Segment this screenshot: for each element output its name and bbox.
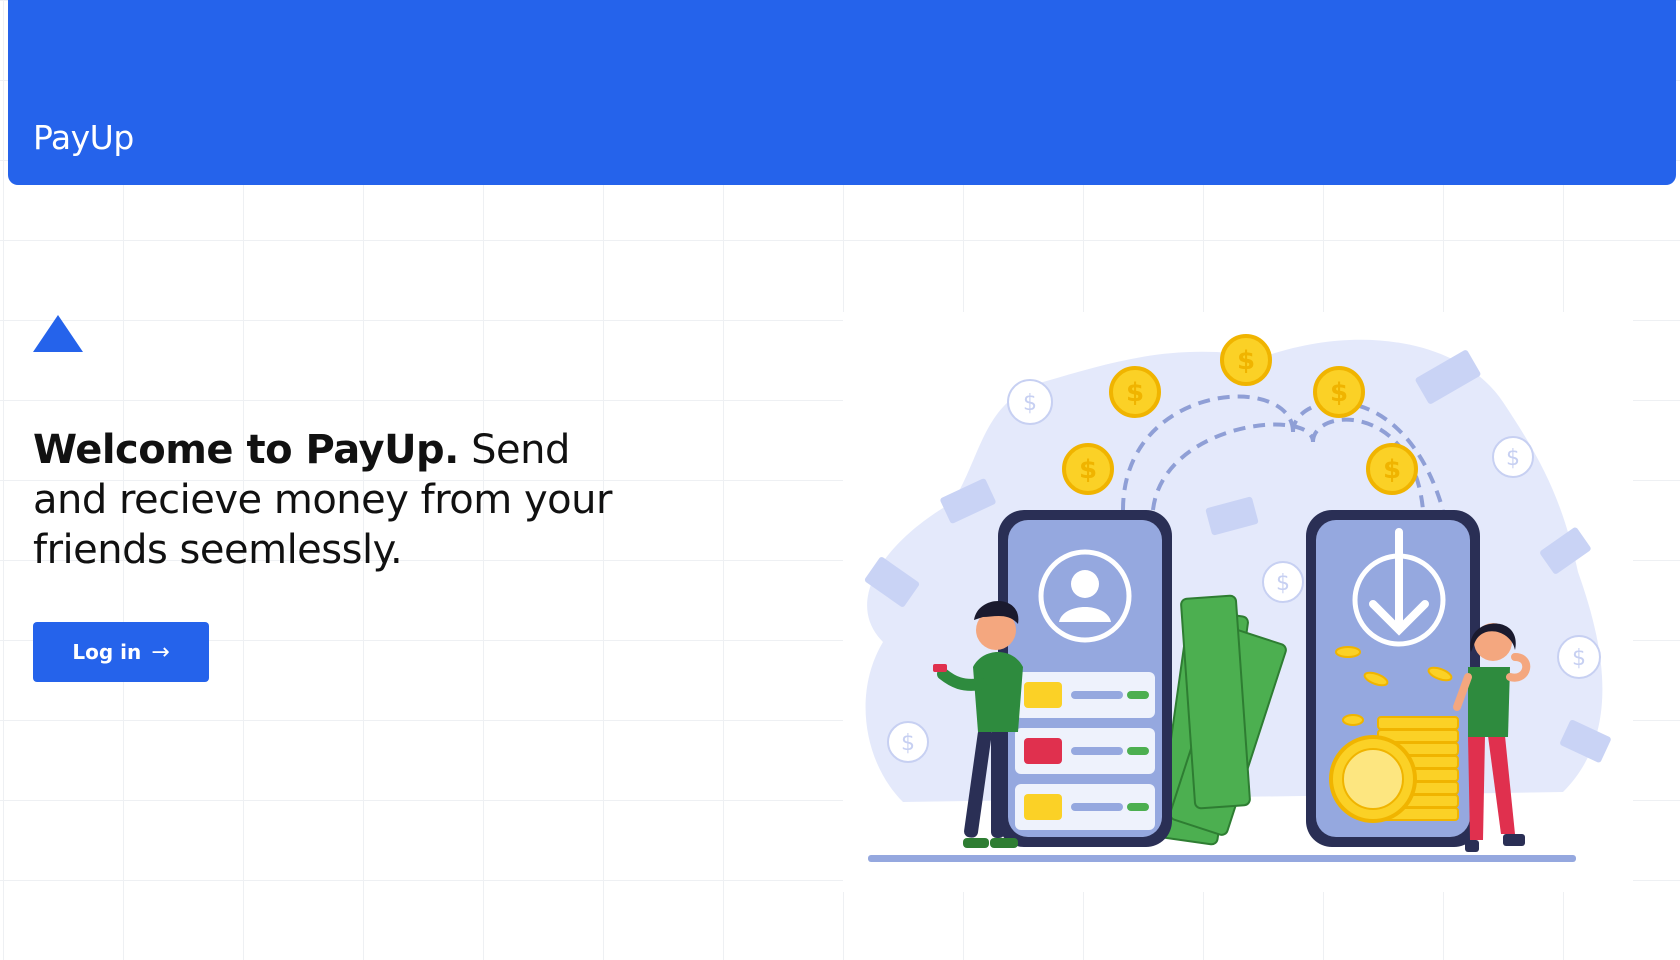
ground-line	[868, 855, 1576, 862]
svg-text:$: $	[1572, 646, 1586, 671]
top-navbar: PayUp	[8, 0, 1676, 185]
hero-headline: Welcome to PayUp. Send and recieve money…	[33, 425, 653, 575]
svg-text:$: $	[1506, 446, 1520, 471]
svg-text:$: $	[1126, 378, 1144, 408]
sender-phone	[998, 510, 1172, 847]
brand-name[interactable]: PayUp	[33, 118, 134, 157]
headline-bold: Welcome to PayUp.	[33, 427, 459, 473]
svg-text:$: $	[1330, 378, 1348, 408]
svg-text:$: $	[1383, 455, 1401, 485]
svg-text:$: $	[1276, 571, 1290, 596]
money-transfer-illustration: $ $ $ $ $ $ $ $ $ $	[843, 312, 1633, 892]
svg-text:$: $	[1023, 391, 1037, 416]
svg-text:$: $	[1237, 346, 1255, 376]
svg-text:$: $	[1079, 455, 1097, 485]
login-button[interactable]: Log in →	[33, 622, 209, 682]
login-label: Log in	[72, 640, 142, 664]
svg-text:$: $	[901, 731, 915, 756]
arrow-right-icon: →	[151, 639, 170, 665]
triangle-logo-icon	[33, 315, 83, 352]
